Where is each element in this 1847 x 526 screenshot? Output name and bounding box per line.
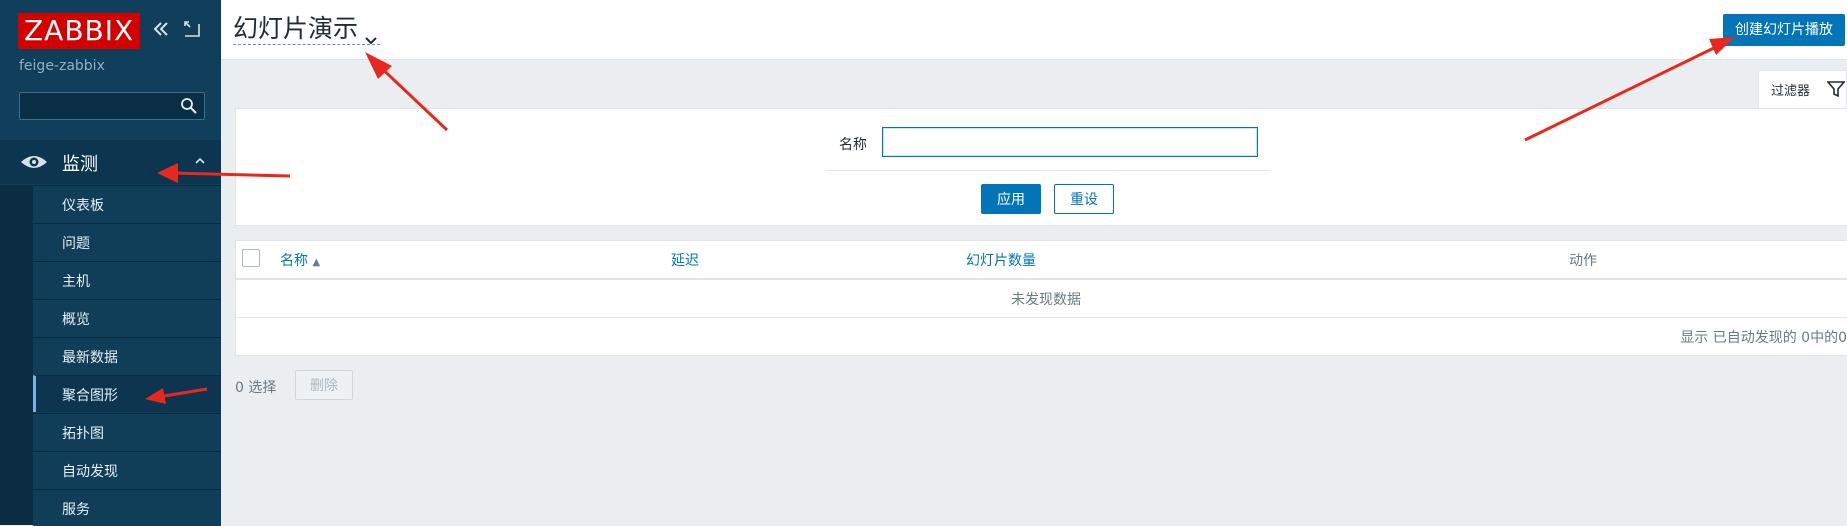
sidebar-item-label: 自动发现 (62, 464, 118, 480)
sidebar-item-label: 概览 (62, 312, 90, 328)
table-footer-count: 显示 已自动发现的 0中的0 (1680, 330, 1847, 346)
collapse-sidebar-icon[interactable] (150, 18, 172, 40)
sidebar-item-dashboard[interactable]: 仪表板 (33, 185, 221, 222)
zabbix-logo[interactable]: ZABBIX (18, 13, 141, 49)
server-name: feige-zabbix (19, 58, 105, 74)
sidebar-item-label: 服务 (62, 502, 90, 518)
sidebar-item-hosts[interactable]: 主机 (33, 261, 221, 298)
filter-divider (826, 170, 1270, 171)
eye-icon (20, 154, 48, 174)
table-row-empty: 未发现数据 (236, 280, 1847, 318)
filter-icon (1827, 81, 1845, 98)
page-header: 幻灯片演示 创建幻灯片播放 (221, 0, 1847, 60)
empty-message: 未发现数据 (1011, 292, 1081, 308)
tab-filter[interactable]: 过滤器 (1758, 70, 1847, 108)
sidebar-item-discovery[interactable]: 自动发现 (33, 451, 221, 488)
filter-name-label: 名称 (839, 137, 867, 153)
filter-panel: 名称 应用 重设 (235, 108, 1847, 226)
sidebar-search (19, 92, 205, 120)
table-header: 名称 ▲ 延迟 幻灯片数量 动作 (236, 241, 1847, 280)
page-title: 幻灯片演示 (233, 14, 359, 43)
page-title-dropdown[interactable]: 幻灯片演示 (233, 14, 381, 45)
column-header-slide-count[interactable]: 幻灯片数量 (966, 250, 1036, 270)
sidebar-item-overview[interactable]: 概览 (33, 299, 221, 336)
sort-ascending-icon: ▲ (312, 257, 321, 268)
sidebar-item-services[interactable]: 服务 (33, 489, 221, 526)
select-all-checkbox[interactable] (242, 249, 260, 267)
reset-button[interactable]: 重设 (1054, 184, 1114, 214)
column-header-delay[interactable]: 延迟 (671, 250, 699, 270)
search-icon[interactable] (180, 97, 198, 115)
sidebar-item-label: 聚合图形 (62, 388, 118, 404)
sidebar-item-maps[interactable]: 拓扑图 (33, 413, 221, 450)
column-header-name[interactable]: 名称 ▲ (280, 250, 320, 270)
column-name-label: 名称 (280, 253, 308, 269)
sidebar-item-label: 仪表板 (62, 198, 104, 214)
menu-section-monitoring[interactable]: 监测 (0, 140, 221, 184)
filter-name-input[interactable] (882, 127, 1258, 157)
filter-tab-label: 过滤器 (1771, 84, 1811, 99)
menu-section-label: 监测 (62, 154, 98, 175)
sidebar-search-input[interactable] (20, 93, 186, 119)
apply-button[interactable]: 应用 (981, 184, 1041, 214)
chevron-up-icon (195, 154, 205, 168)
slideshow-table: 名称 ▲ 延迟 幻灯片数量 动作 未发现数据 显示 已自动发现的 0中的0 (235, 240, 1847, 356)
column-header-actions: 动作 (1569, 253, 1597, 269)
kiosk-mode-icon[interactable] (181, 18, 203, 40)
chevron-down-icon (364, 23, 378, 53)
selected-count: 0 选择 (235, 380, 277, 396)
sidebar-item-screens[interactable]: 聚合图形 (33, 375, 221, 412)
sidebar-item-label: 主机 (62, 274, 90, 290)
sidebar-item-label: 最新数据 (62, 350, 118, 366)
sidebar-item-problems[interactable]: 问题 (33, 223, 221, 260)
sidebar-item-latest-data[interactable]: 最新数据 (33, 337, 221, 374)
delete-button[interactable]: 删除 (295, 370, 353, 400)
submenu-indent (0, 185, 33, 525)
sidebar-item-label: 问题 (62, 236, 90, 252)
create-slideshow-button[interactable]: 创建幻灯片播放 (1723, 14, 1845, 46)
sidebar: ZABBIX feige-zabbix 监测 仪表板 问题 主机 概览 最新数据… (0, 0, 221, 526)
sidebar-item-label: 拓扑图 (62, 426, 104, 442)
